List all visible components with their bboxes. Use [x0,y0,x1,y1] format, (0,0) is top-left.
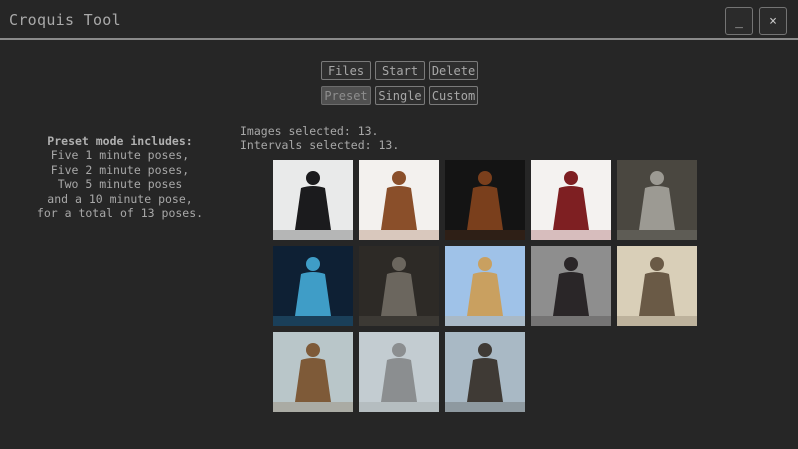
hooded-figure-photo[interactable] [273,160,353,240]
selection-status: Images selected: 13. Intervals selected:… [240,124,399,152]
window-title: Croquis Tool [9,11,121,29]
preset-line: and a 10 minute pose, [47,191,193,206]
archer-photo[interactable] [445,246,525,326]
image-grid [273,160,697,412]
file-controls: Files Start Delete [321,61,478,80]
brown-cloak-photo[interactable] [359,160,439,240]
preset-line: for a total of 13 poses. [36,206,204,221]
ornate-costume-photo[interactable] [273,332,353,412]
minimize-button[interactable]: _ [725,7,753,35]
minimize-icon: _ [735,13,743,29]
dark-cloak-photo[interactable] [445,160,525,240]
preset-line: Two 5 minute poses [57,177,183,192]
costume-stage-photo[interactable] [273,246,353,326]
close-icon: × [769,13,777,29]
red-poncho-photo[interactable] [531,160,611,240]
armored-soldier-photo[interactable] [617,246,697,326]
preset-line: Five 1 minute poses, [50,148,190,163]
preset-button[interactable]: Preset [321,86,371,105]
title-bar: Croquis Tool _ × [0,0,798,40]
custom-button[interactable]: Custom [429,86,478,105]
start-button[interactable]: Start [375,61,425,80]
martial-artist-photo[interactable] [531,246,611,326]
helmeted-warrior-photo[interactable] [359,332,439,412]
samurai-armor-photo[interactable] [359,246,439,326]
delete-button[interactable]: Delete [429,61,478,80]
single-button[interactable]: Single [375,86,425,105]
knight-armor-photo[interactable] [617,160,697,240]
mode-controls: Preset Single Custom [321,86,478,105]
preset-heading: Preset mode includes: [47,134,193,148]
preset-line: Five 2 minute poses, [50,162,190,177]
close-button[interactable]: × [759,7,787,35]
files-button[interactable]: Files [321,61,371,80]
preset-description: Preset mode includes: Five 1 minute pose… [14,134,226,220]
gunslinger-photo[interactable] [445,332,525,412]
intervals-selected-text: Intervals selected: 13. [240,138,400,152]
images-selected-text: Images selected: 13. [240,124,379,138]
